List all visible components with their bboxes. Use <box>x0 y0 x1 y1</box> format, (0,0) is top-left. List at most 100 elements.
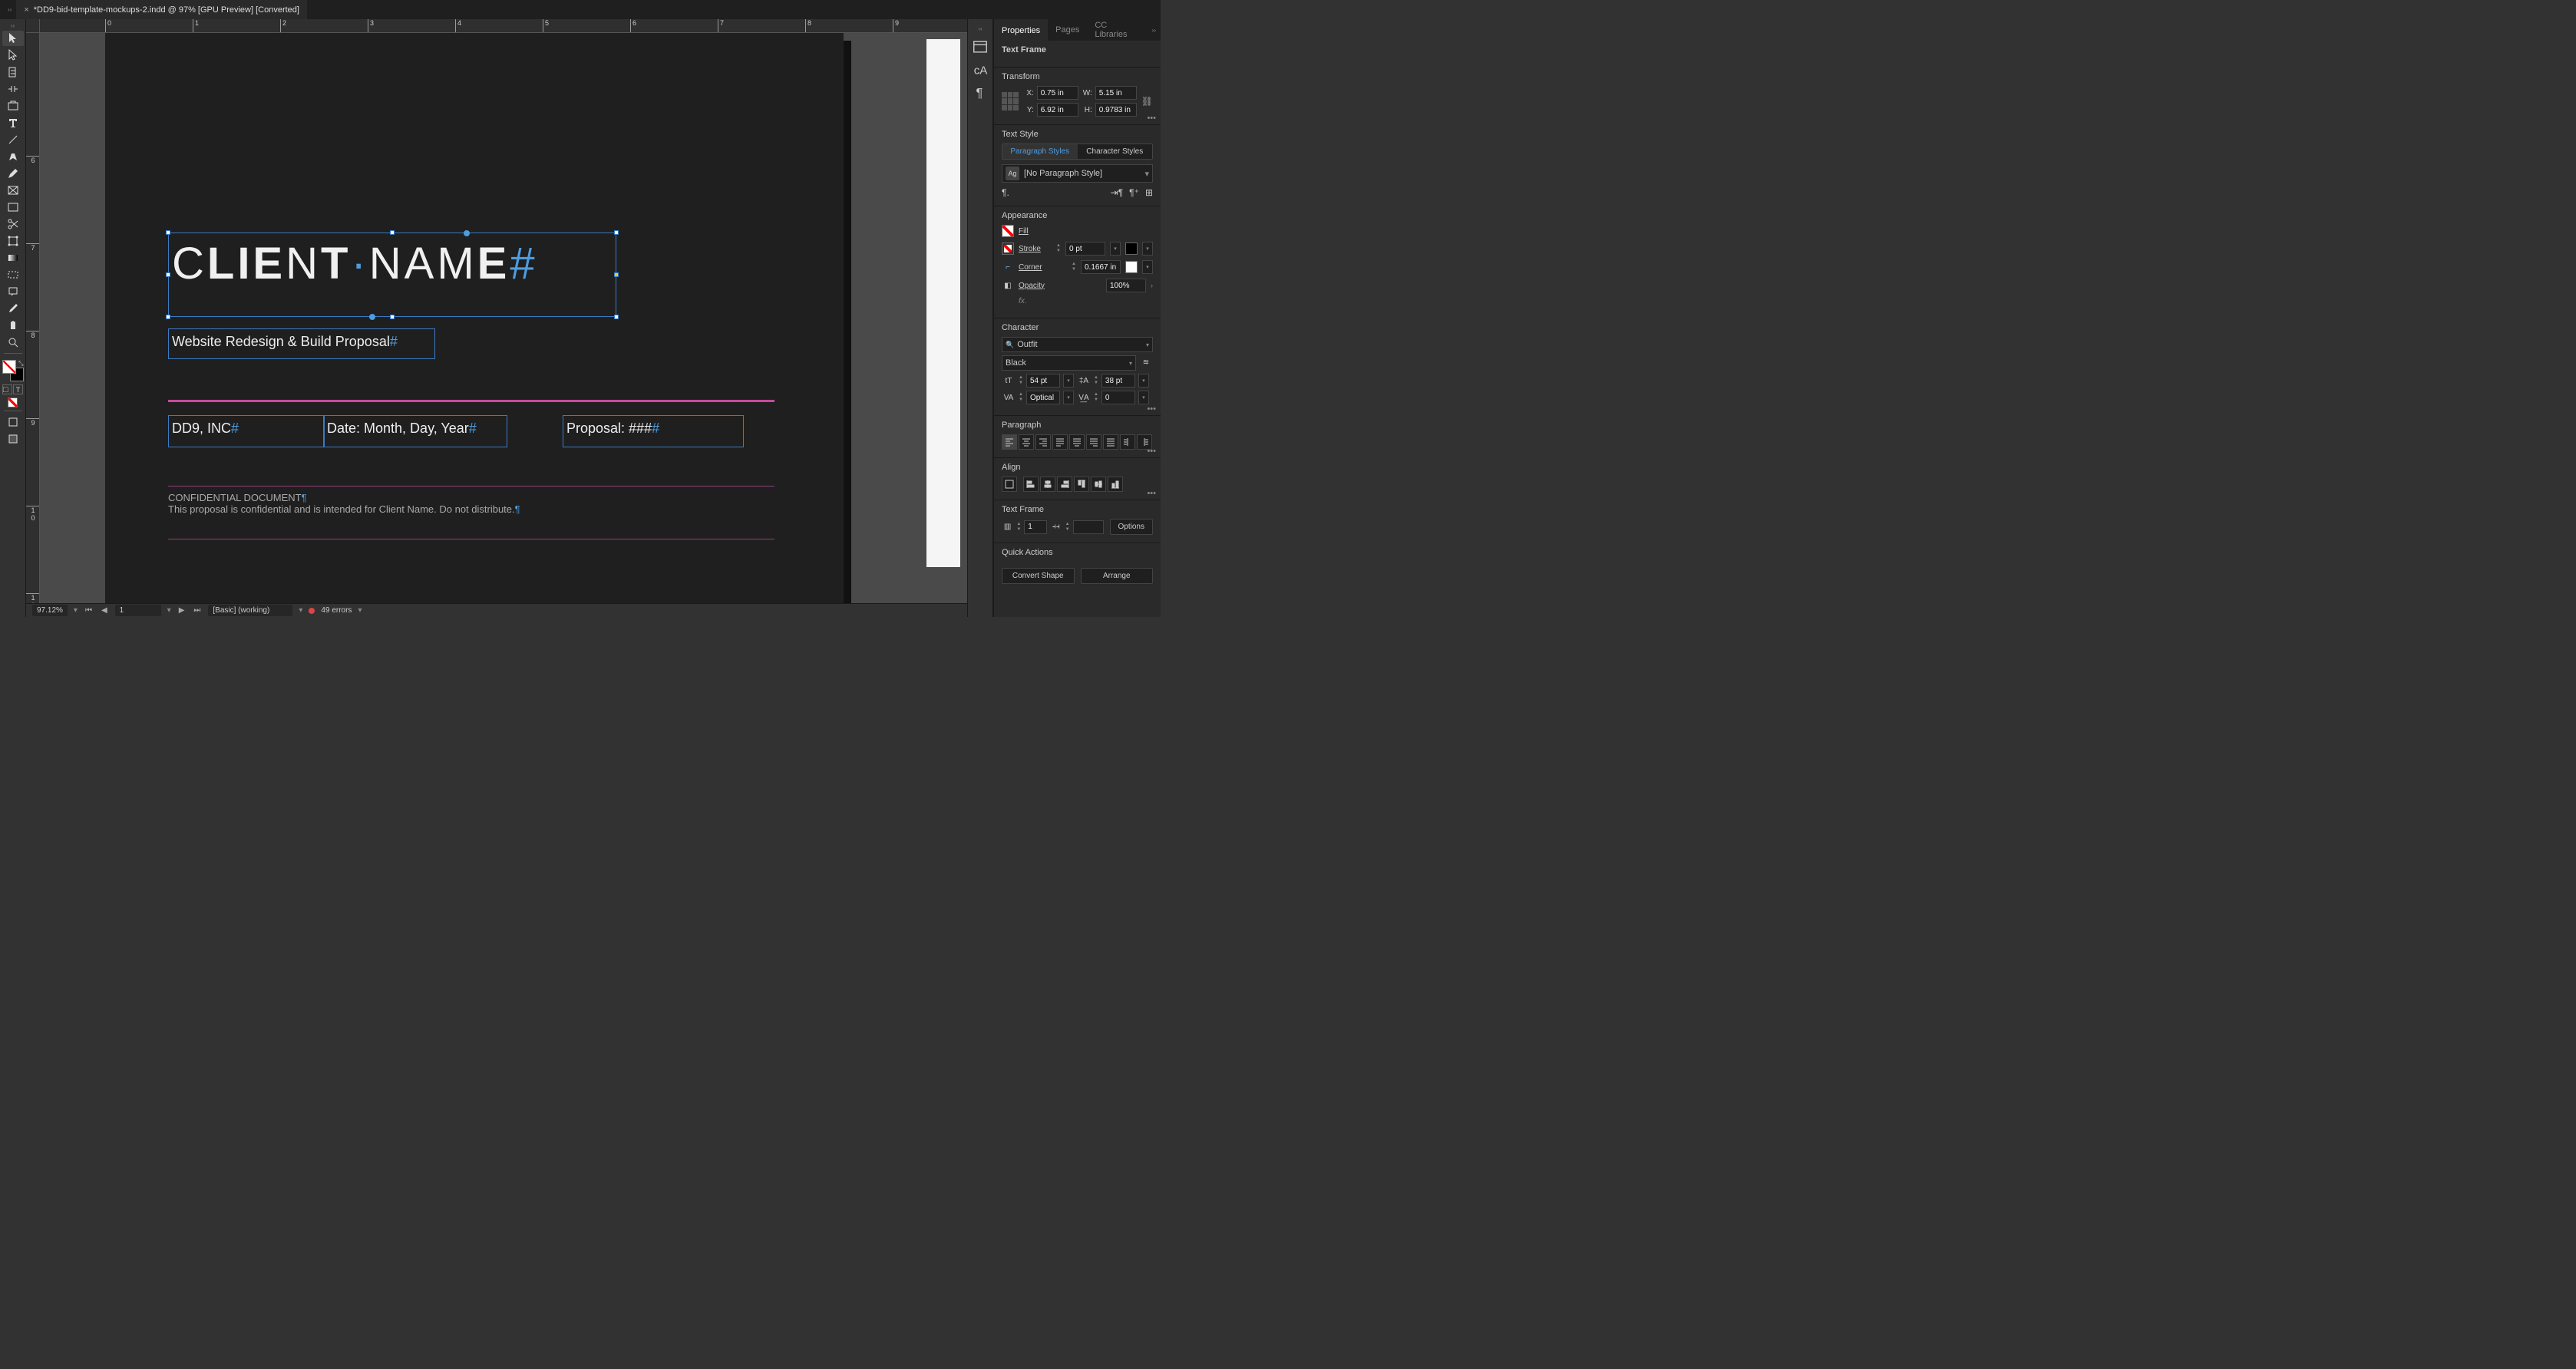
convert-shape-button[interactable]: Convert Shape <box>1002 568 1075 584</box>
gradient-feather-tool[interactable] <box>2 267 24 282</box>
page-tool[interactable] <box>2 64 24 80</box>
opacity-input[interactable] <box>1106 279 1146 292</box>
cc-libraries-icon[interactable] <box>972 38 989 55</box>
gradient-swatch-tool[interactable] <box>2 250 24 266</box>
collapse-icon[interactable]: ›› <box>11 22 15 29</box>
proposal-text-frame[interactable]: Proposal: #### <box>563 415 744 447</box>
constrain-proportions-icon[interactable]: ⛓ <box>1141 96 1153 107</box>
stroke-style-swatch[interactable] <box>1125 242 1138 255</box>
document-page[interactable]: CLIENT·NAME# Website Redesign & Build Pr… <box>105 33 844 604</box>
eyedropper-tool[interactable] <box>2 301 24 316</box>
align-towards-spine-button[interactable] <box>1120 434 1135 450</box>
gutter-input[interactable] <box>1073 520 1104 534</box>
stroke-style-dd[interactable]: ▾ <box>1142 242 1153 256</box>
justify-all-button[interactable] <box>1103 434 1118 450</box>
justify-center-button[interactable] <box>1069 434 1085 450</box>
y-input[interactable] <box>1037 103 1078 117</box>
font-family-dropdown[interactable]: 🔍 Outfit ▾ <box>1002 337 1153 352</box>
corner-label[interactable]: Corner <box>1019 263 1042 272</box>
subtitle-text-frame[interactable]: Website Redesign & Build Proposal# <box>168 328 435 359</box>
format-container-text[interactable]: □ T <box>2 384 23 394</box>
line-tool[interactable] <box>2 132 24 147</box>
ruler-origin[interactable] <box>26 19 40 33</box>
h-input[interactable] <box>1095 103 1137 117</box>
align-right-edges-button[interactable] <box>1057 477 1072 492</box>
align-hcenter-button[interactable] <box>1040 477 1055 492</box>
selection-tool[interactable] <box>2 31 24 46</box>
divider-rule[interactable] <box>168 400 774 402</box>
scissors-tool[interactable] <box>2 216 24 232</box>
stroke-weight-input[interactable] <box>1065 242 1105 256</box>
clear-overrides-icon[interactable]: ¶⁺ <box>1129 187 1139 198</box>
tracking-input[interactable] <box>1101 391 1135 404</box>
apply-color-row[interactable] <box>8 398 18 407</box>
reference-point[interactable] <box>1002 92 1019 111</box>
columns-input[interactable] <box>1024 520 1047 534</box>
confidential-heading[interactable]: CONFIDENTIAL DOCUMENT¶ <box>168 492 593 503</box>
next-page-button[interactable]: ▶ <box>177 606 187 615</box>
justify-right-button[interactable] <box>1086 434 1101 450</box>
align-area-button[interactable] <box>1002 477 1017 492</box>
paragraph-style-dropdown[interactable]: Ag [No Paragraph Style] ▾ <box>1002 164 1153 183</box>
rectangle-frame-tool[interactable] <box>2 183 24 198</box>
prev-page-button[interactable]: ◀ <box>100 606 109 615</box>
zoom-select[interactable]: 97.12% <box>32 605 68 616</box>
close-icon[interactable]: × <box>24 5 28 15</box>
align-left-edges-button[interactable] <box>1023 477 1039 492</box>
corner-shape-dd[interactable]: ▾ <box>1142 260 1153 274</box>
transform-more-icon[interactable]: ••• <box>1147 114 1156 123</box>
fill-swatch[interactable] <box>1002 225 1014 237</box>
confidential-text-frame[interactable]: CONFIDENTIAL DOCUMENT¶ This proposal is … <box>168 492 593 523</box>
free-transform-tool[interactable] <box>2 233 24 249</box>
subtitle-text[interactable]: Website Redesign & Build Proposal# <box>169 329 434 355</box>
zoom-tool[interactable] <box>2 335 24 350</box>
align-right-button[interactable] <box>1035 434 1051 450</box>
page-select[interactable]: 1 <box>115 605 161 616</box>
font-size-input[interactable] <box>1026 374 1060 388</box>
stroke-label[interactable]: Stroke <box>1019 245 1041 253</box>
paragraph-more-icon[interactable]: ••• <box>1147 447 1156 456</box>
paragraph-panel-icon[interactable]: ¶ <box>972 84 989 101</box>
tab-cc-libraries[interactable]: CC Libraries <box>1087 19 1147 41</box>
kerning-input[interactable] <box>1026 391 1060 404</box>
last-page-button[interactable]: ⏭ <box>192 606 202 615</box>
character-styles-tab[interactable]: Character Styles <box>1078 144 1153 159</box>
collapse-panel-icon[interactable]: ›› <box>1148 19 1161 41</box>
stroke-weight-dd[interactable]: ▾ <box>1110 242 1121 256</box>
new-paragraph-icon[interactable]: ¶. <box>1002 187 1009 198</box>
text-frame-options-button[interactable]: Options <box>1110 519 1153 535</box>
company-text[interactable]: DD9, INC# <box>169 416 324 441</box>
company-text-frame[interactable]: DD9, INC# <box>168 415 325 447</box>
confidential-body[interactable]: This proposal is confidential and is int… <box>168 503 593 515</box>
date-text-frame[interactable]: Date: Month, Day, Year# <box>323 415 507 447</box>
leading-input[interactable] <box>1101 374 1135 388</box>
horizontal-ruler[interactable]: 0 1 2 3 4 5 6 7 8 9 <box>40 19 967 33</box>
corner-radius-input[interactable] <box>1081 260 1121 274</box>
apply-style-icon[interactable]: ⇥¶ <box>1111 187 1124 198</box>
character-panel-icon[interactable]: cA <box>972 61 989 78</box>
fx-label[interactable]: fx. <box>1019 297 1027 305</box>
fill-stroke-swatch[interactable]: ⤡ <box>2 360 24 381</box>
expand-left-icon[interactable]: ›› <box>3 6 16 13</box>
thread-out-port[interactable] <box>369 314 375 320</box>
align-top-edges-button[interactable] <box>1074 477 1089 492</box>
gap-tool[interactable] <box>2 81 24 97</box>
vertical-ruler[interactable]: 6 7 8 9 10 11 <box>26 33 40 603</box>
styleset-select[interactable]: [Basic] (working) <box>208 605 292 616</box>
w-input[interactable] <box>1095 86 1137 100</box>
canvas[interactable]: CLIENT·NAME# Website Redesign & Build Pr… <box>40 33 967 617</box>
align-bottom-edges-button[interactable] <box>1108 477 1123 492</box>
view-mode-normal[interactable] <box>2 414 24 430</box>
first-page-button[interactable]: ⏮ <box>84 606 94 615</box>
stroke-swatch[interactable] <box>1002 242 1014 255</box>
opacity-label[interactable]: Opacity <box>1019 282 1045 290</box>
tab-pages[interactable]: Pages <box>1048 19 1087 41</box>
tab-properties[interactable]: Properties <box>994 19 1048 41</box>
fill-label[interactable]: Fill <box>1019 227 1029 236</box>
pen-tool[interactable] <box>2 149 24 164</box>
note-tool[interactable] <box>2 284 24 299</box>
font-style-dropdown[interactable]: Black ▾ <box>1002 355 1136 371</box>
x-input[interactable] <box>1037 86 1078 100</box>
align-vcenter-button[interactable] <box>1091 477 1106 492</box>
date-text[interactable]: Date: Month, Day, Year# <box>324 416 507 441</box>
